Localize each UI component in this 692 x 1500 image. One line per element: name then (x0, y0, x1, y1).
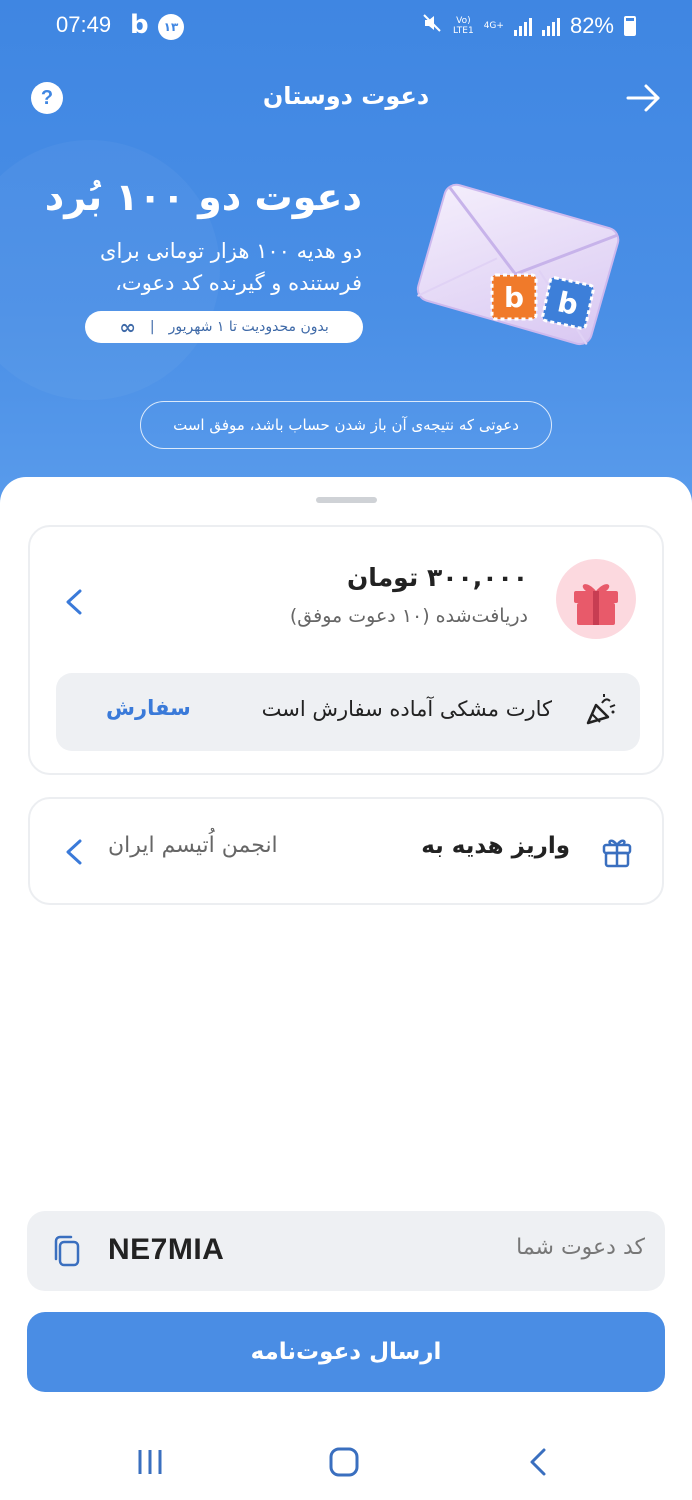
invite-code-value: NE7MIA (108, 1233, 225, 1266)
system-back-button[interactable] (518, 1442, 558, 1482)
status-time: 07:49 (56, 12, 112, 37)
success-hint: دعوتی که نتیجه‌ی آن باز شدن حساب باشد، م… (140, 401, 552, 449)
signal-icon (513, 16, 532, 36)
promo-title: دعوت دو ۱۰۰ بُرد (44, 175, 362, 219)
invite-code-label: کد دعوت شما (516, 1235, 645, 1260)
top-bar: ? دعوت دوستان (0, 78, 692, 122)
hero-banner: 07:49 b ۱۳ Vo) LTE1 4G+ 82% ? دعوت دوستا… (0, 0, 692, 520)
order-link[interactable]: سفارش (106, 696, 191, 720)
status-bar: 07:49 b ۱۳ Vo) LTE1 4G+ 82% (0, 8, 692, 44)
invite-code-field[interactable]: کد دعوت شما NE7MIA (27, 1211, 665, 1291)
donate-card[interactable]: واریز هدیه به انجمن اُتیسم ایران (28, 797, 664, 905)
back-button[interactable] (624, 80, 664, 116)
arrow-right-icon (626, 84, 660, 112)
reward-card[interactable]: ۳۰۰,۰۰۰ تومان دریافت‌شده (۱۰ دعوت موفق) … (28, 525, 664, 775)
home-icon (329, 1447, 359, 1477)
app-logo-icon: b (130, 10, 149, 40)
promo-description: دو هدیه ۱۰۰ هزار تومانی برای فرستنده و گ… (100, 239, 362, 295)
donate-label: واریز هدیه به (421, 833, 570, 859)
party-popper-icon (582, 693, 618, 729)
mute-icon (421, 12, 443, 39)
network2-indicator: 4G+ (483, 20, 504, 31)
gift-icon (556, 559, 636, 639)
network-indicator: Vo) LTE1 (453, 16, 474, 36)
status-right: Vo) LTE1 4G+ 82% (421, 12, 636, 39)
donate-target: انجمن اُتیسم ایران (108, 833, 278, 858)
chevron-left-icon[interactable] (62, 835, 86, 869)
page-title: دعوت دوستان (262, 82, 430, 110)
home-button[interactable] (324, 1442, 364, 1482)
copy-icon[interactable] (51, 1233, 83, 1269)
battery-percent: 82% (569, 12, 614, 38)
bottom-sheet: ۳۰۰,۰۰۰ تومان دریافت‌شده (۱۰ دعوت موفق) … (0, 477, 692, 1500)
promo-pill-separator: | (149, 319, 155, 335)
sheet-handle[interactable] (316, 497, 377, 503)
reward-amount: ۳۰۰,۰۰۰ تومان (346, 563, 528, 592)
stamp-blue: b (541, 276, 595, 330)
send-invite-button[interactable]: ارسال دعوت‌نامه (27, 1312, 665, 1392)
envelope-illustration: b b (410, 175, 630, 355)
system-nav-bar (0, 1430, 692, 1494)
gift-outline-icon (600, 833, 634, 869)
chevron-left-icon[interactable] (62, 585, 86, 619)
stamp-orange: b (490, 273, 538, 321)
recent-apps-icon (138, 1450, 162, 1474)
svg-text:b: b (504, 281, 524, 314)
chevron-left-icon (530, 1448, 546, 1476)
signal-icon-2 (541, 16, 560, 36)
infinity-icon: ∞ (119, 315, 136, 339)
promo-pill: بدون محدودیت تا ۱ شهریور | ∞ (85, 311, 363, 343)
notification-badge: ۱۳ (158, 14, 184, 40)
network-bottom: LTE1 (453, 25, 474, 36)
recent-apps-button[interactable] (130, 1442, 170, 1482)
network-top: Vo) (456, 15, 471, 26)
promo-pill-text: بدون محدودیت تا ۱ شهریور (168, 319, 329, 335)
order-card-banner[interactable]: کارت مشکی آماده سفارش است سفارش (56, 673, 640, 751)
order-card-text: کارت مشکی آماده سفارش است (261, 697, 552, 721)
battery-icon (624, 15, 636, 36)
reward-received: دریافت‌شده (۱۰ دعوت موفق) (289, 605, 528, 627)
